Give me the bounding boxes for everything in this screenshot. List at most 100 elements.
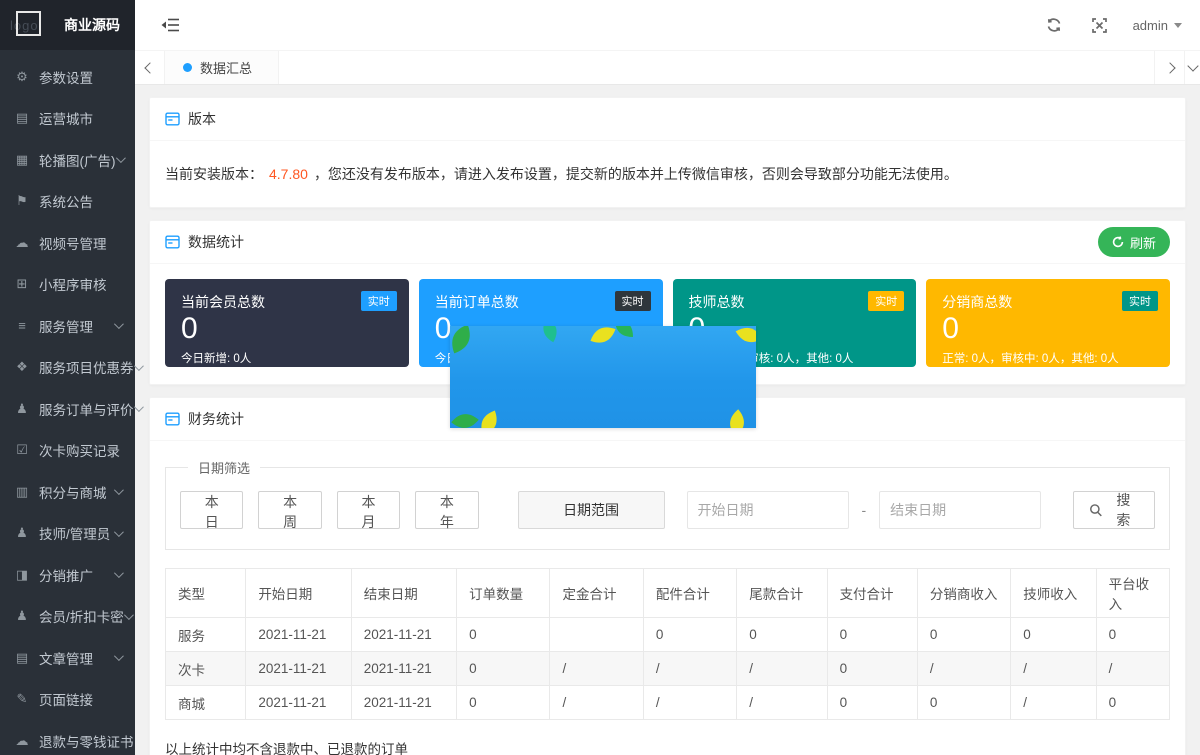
cart-icon: ▥ — [13, 484, 31, 500]
sidebar-item-video-channel[interactable]: ☁视频号管理 — [0, 222, 135, 264]
stats-panel-header: 数据统计 刷新 — [150, 221, 1185, 264]
tabs-scroll-right-button[interactable] — [1154, 51, 1184, 84]
realtime-badge: 实时 — [1122, 291, 1158, 311]
date-separator: - — [862, 502, 867, 518]
col-header: 分销商收入 — [917, 569, 1010, 618]
chevron-right-icon — [1164, 62, 1175, 73]
cell: 2021-11-21 — [246, 618, 351, 652]
end-date-input[interactable] — [879, 491, 1041, 529]
image-icon: ▦ — [13, 152, 31, 168]
panel-title: 数据统计 — [188, 232, 244, 252]
filter-year-button[interactable]: 本年 — [415, 491, 478, 529]
cell: 0 — [917, 686, 1010, 720]
sidebar-item-announcements[interactable]: ⚑系统公告 — [0, 181, 135, 223]
sidebar-item-card-purchases[interactable]: ☑次卡购买记录 — [0, 430, 135, 472]
version-panel-header: 版本 — [150, 98, 1185, 141]
col-header: 尾款合计 — [737, 569, 827, 618]
sidebar-item-coupons[interactable]: ❖服务项目优惠券 — [0, 347, 135, 389]
realtime-badge: 实时 — [615, 291, 651, 311]
stat-card-distributors: 分销商总数 实时 0 正常: 0人，审核中: 0人，其他: 0人 — [926, 279, 1170, 367]
start-date-input[interactable] — [687, 491, 849, 529]
promo-banner-image — [450, 326, 756, 428]
col-header: 订单数量 — [457, 569, 550, 618]
cell: 服务 — [166, 618, 246, 652]
share-icon: ◨ — [13, 567, 31, 583]
pencil-icon: ✎ — [13, 691, 31, 707]
gear-icon: ⚙ — [13, 69, 31, 85]
cell: 2021-11-21 — [351, 686, 456, 720]
admin-user-dropdown[interactable]: admin — [1133, 18, 1182, 33]
leaf-icon — [534, 326, 567, 346]
version-message: 当前安装版本：4.7.80，您还没有发布版本，请进入发布设置，提交新的版本并上传… — [165, 156, 1170, 192]
sidebar-item-technicians-admins[interactable]: ♟技师/管理员 — [0, 513, 135, 555]
refresh-label: 刷新 — [1130, 233, 1156, 252]
cell: 0 — [457, 618, 550, 652]
sidebar-item-banner-ads[interactable]: ▦轮播图(广告) — [0, 139, 135, 181]
tabs-more-dropdown[interactable] — [1184, 51, 1200, 84]
chevron-down-icon — [115, 153, 125, 163]
tab-label: 数据汇总 — [200, 58, 252, 77]
list-icon: ≡ — [13, 318, 31, 333]
col-header: 结束日期 — [351, 569, 456, 618]
cell: 2021-11-21 — [246, 686, 351, 720]
search-button[interactable]: 搜 索 — [1073, 491, 1155, 529]
sidebar-item-members-cards[interactable]: ♟会员/折扣卡密 — [0, 596, 135, 638]
sidebar-item-service-mgmt[interactable]: ≡服务管理 — [0, 305, 135, 347]
cell: / — [917, 652, 1010, 686]
collapse-sidebar-button[interactable] — [157, 14, 183, 36]
active-tab-dot — [183, 63, 192, 72]
version-prefix: 当前安装版本： — [165, 166, 263, 182]
sidebar-item-refunds-certs[interactable]: ☁退款与零钱证书 — [0, 720, 135, 755]
stat-detail: 今日新增: 0人 — [181, 350, 393, 366]
realtime-badge: 实时 — [868, 291, 904, 311]
date-range-button[interactable]: 日期范围 — [518, 491, 665, 529]
filter-today-button[interactable]: 本日 — [180, 491, 243, 529]
col-header: 支付合计 — [827, 569, 917, 618]
sidebar-item-params[interactable]: ⚙参数设置 — [0, 56, 135, 98]
tab-data-summary[interactable]: 数据汇总 — [165, 51, 279, 84]
stat-value: 0 — [181, 313, 393, 345]
refresh-stats-button[interactable]: 刷新 — [1098, 227, 1170, 257]
fullscreen-button[interactable] — [1088, 14, 1111, 37]
admin-username: admin — [1133, 18, 1168, 33]
col-header: 配件合计 — [643, 569, 736, 618]
cell: / — [550, 652, 643, 686]
col-header: 技师收入 — [1011, 569, 1096, 618]
sidebar-item-page-links[interactable]: ✎页面链接 — [0, 679, 135, 721]
version-number: 4.7.80 — [269, 166, 308, 182]
checkbox-icon: ☑ — [13, 442, 31, 458]
sidebar-item-miniprogram-review[interactable]: ⊞小程序审核 — [0, 264, 135, 306]
filter-week-button[interactable]: 本周 — [258, 491, 321, 529]
finance-panel-body: 日期筛选 本日 本周 本月 本年 日期范围 - 搜 — [150, 441, 1185, 755]
sidebar-item-points-mall[interactable]: ▥积分与商城 — [0, 471, 135, 513]
sidebar-item-articles[interactable]: ▤文章管理 — [0, 637, 135, 679]
refresh-page-button[interactable] — [1042, 13, 1066, 37]
sidebar-item-cities[interactable]: ▤运营城市 — [0, 98, 135, 140]
sidebar-item-distribution[interactable]: ◨分销推广 — [0, 554, 135, 596]
chevron-down-icon — [1187, 60, 1198, 71]
cell: 0 — [917, 618, 1010, 652]
cell: 次卡 — [166, 652, 246, 686]
sidebar-item-orders-reviews[interactable]: ♟服务订单与评价 — [0, 388, 135, 430]
cell: 0 — [457, 686, 550, 720]
brand-title: 商业源码 — [64, 0, 120, 50]
chevron-down-icon — [114, 568, 124, 578]
fullscreen-icon — [1092, 18, 1107, 33]
filter-month-button[interactable]: 本月 — [337, 491, 400, 529]
date-filter-row: 本日 本周 本月 本年 日期范围 - 搜 索 — [180, 491, 1155, 529]
cell: 0 — [827, 652, 917, 686]
panel-title: 财务统计 — [188, 409, 244, 429]
user-icon: ♟ — [13, 525, 31, 541]
col-header: 平台收入 — [1096, 569, 1169, 618]
cell: 0 — [827, 618, 917, 652]
tabs-scroll-left-button[interactable] — [135, 51, 165, 84]
search-icon — [1089, 503, 1103, 517]
topbar-actions: admin — [1042, 13, 1182, 37]
cell: / — [550, 686, 643, 720]
note-line: 以上统计中均不含退款中、已退款的订单 — [165, 736, 1170, 755]
logo-bar[interactable]: logo 商业源码 — [0, 0, 135, 50]
chevron-down-icon — [114, 319, 124, 329]
stat-detail: 正常: 0人，审核中: 0人，其他: 0人 — [942, 350, 1154, 366]
card-icon — [165, 412, 180, 426]
cell: / — [737, 686, 827, 720]
